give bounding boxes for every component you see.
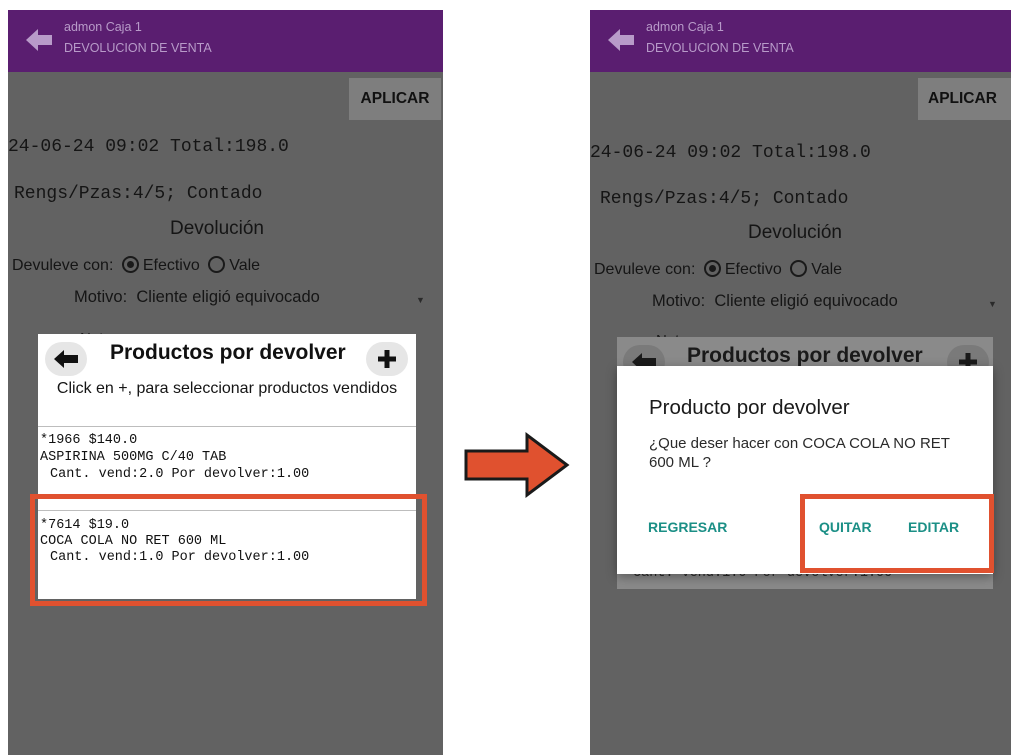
add-product-button[interactable]: [366, 342, 408, 376]
right-screenshot: admon Caja 1 DEVOLUCION DE VENTA APLICAR…: [590, 10, 1011, 755]
dialog-title: Productos por devolver: [687, 344, 923, 367]
back-arrow-icon[interactable]: [604, 23, 638, 57]
product-name: ASPIRINA 500MG C/40 TAB: [40, 450, 227, 465]
voucher-option-label: Vale: [811, 261, 843, 278]
voucher-option-label: Vale: [229, 257, 261, 274]
right-arrow-icon: [464, 432, 570, 498]
confirm-dialog-title: Producto por devolver: [649, 396, 850, 419]
reason-label: Motivo:: [74, 288, 128, 306]
plus-icon: [378, 350, 396, 368]
refund-section-title: Devolución: [748, 222, 842, 243]
cash-option-label: Efectivo: [142, 257, 200, 274]
user-line: admon Caja 1: [646, 20, 724, 34]
dropdown-caret-icon[interactable]: ▼: [988, 299, 997, 309]
reason-select-value[interactable]: Cliente eligió equivocado: [714, 292, 897, 310]
back-arrow-icon: [54, 350, 78, 368]
refund-with-row: Devuleve con: Efectivo Vale: [594, 260, 842, 279]
product-code-price: *1966 $140.0: [40, 433, 138, 448]
sale-date-total: 24-06-24 09:02 Total:198.0: [590, 143, 871, 163]
back-button[interactable]: REGRESAR: [648, 519, 727, 535]
screen-title: DEVOLUCION DE VENTA: [646, 41, 794, 55]
refund-with-row: Devuleve con: Efectivo Vale: [12, 256, 260, 275]
sale-rows-pieces: Rengs/Pzas:4/5; Contado: [14, 184, 263, 204]
app-bar: admon Caja 1 DEVOLUCION DE VENTA: [590, 10, 1011, 72]
left-screenshot: admon Caja 1 DEVOLUCION DE VENTA APLICAR…: [8, 10, 443, 755]
confirm-dialog-message: ¿Que deser hacer con COCA COLA NO RET 60…: [649, 435, 950, 471]
refund-with-label: Devuleve con:: [594, 261, 696, 278]
app-bar: admon Caja 1 DEVOLUCION DE VENTA: [8, 10, 443, 72]
refund-section-title: Devolución: [170, 218, 264, 239]
voucher-radio[interactable]: [208, 256, 226, 273]
cash-option-label: Efectivo: [724, 261, 782, 278]
sale-date-total: 24-06-24 09:02 Total:198.0: [8, 137, 289, 157]
highlight-box: [800, 494, 994, 573]
voucher-radio[interactable]: [790, 260, 808, 277]
dropdown-caret-icon[interactable]: ▼: [416, 295, 425, 305]
product-quantities: Cant. vend:2.0 Por devolver:1.00: [50, 467, 310, 482]
apply-button[interactable]: APLICAR: [918, 78, 1011, 120]
user-line: admon Caja 1: [64, 20, 142, 34]
reason-row[interactable]: Motivo: Cliente eligió equivocado: [652, 292, 898, 311]
dialog-back-button[interactable]: [45, 342, 87, 376]
reason-row[interactable]: Motivo: Cliente eligió equivocado: [74, 288, 320, 307]
divider: [38, 426, 416, 427]
reason-label: Motivo:: [652, 292, 706, 310]
dialog-title: Productos por devolver: [110, 341, 346, 364]
highlight-box: [30, 494, 427, 606]
reason-select-value[interactable]: Cliente eligió equivocado: [136, 288, 319, 306]
refund-with-label: Devuleve con:: [12, 257, 114, 274]
screen-title: DEVOLUCION DE VENTA: [64, 41, 212, 55]
cash-radio[interactable]: [121, 256, 139, 273]
back-arrow-icon[interactable]: [22, 23, 56, 57]
sale-rows-pieces: Rengs/Pzas:4/5; Contado: [600, 189, 849, 209]
dialog-hint: Click en +, para seleccionar productos v…: [56, 380, 398, 397]
apply-button[interactable]: APLICAR: [349, 78, 441, 120]
cash-radio[interactable]: [703, 260, 721, 277]
